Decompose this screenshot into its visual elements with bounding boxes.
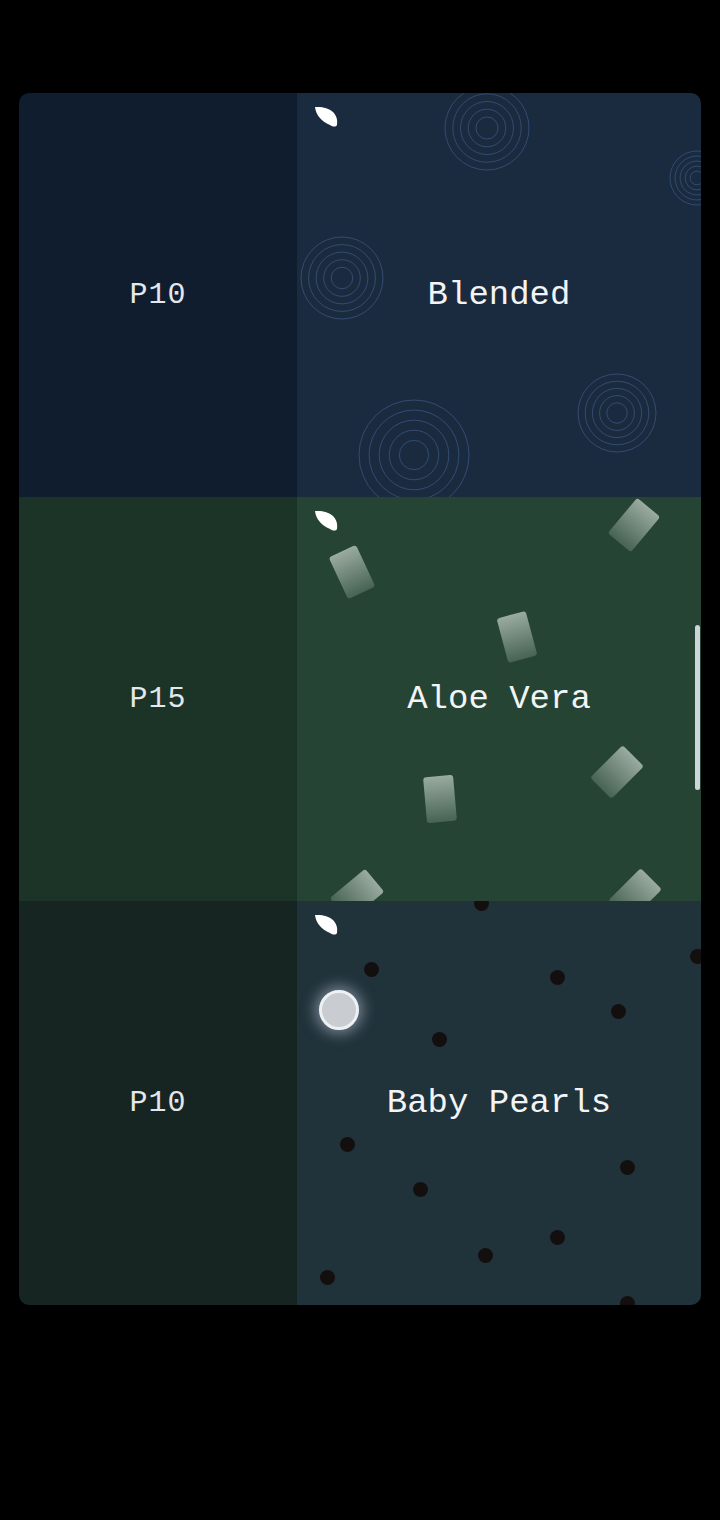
pearl-dot (432, 1032, 447, 1047)
item-price: P10 (129, 273, 186, 318)
item-price: P15 (129, 677, 186, 722)
pearl-dot (474, 901, 489, 911)
item-panel: Blended (297, 93, 701, 497)
aloe-cube (608, 868, 662, 901)
pearl-dot (413, 1182, 428, 1197)
leaf-icon (313, 913, 341, 937)
ripple-icon (444, 93, 530, 171)
aloe-cube (608, 498, 661, 553)
item-panel: Aloe Vera (297, 497, 701, 901)
leaf-icon (313, 105, 341, 129)
glowing-pearl (319, 990, 359, 1030)
pearl-dot (550, 1230, 565, 1245)
screen: P10 Blended P15 Aloe Vera P10 Baby Pearls (0, 0, 720, 1520)
item-price: P10 (129, 1081, 186, 1126)
price-panel: P10 (19, 901, 297, 1305)
aloe-cube (330, 869, 385, 901)
ripple-icon (300, 236, 384, 320)
item-panel: Baby Pearls (297, 901, 701, 1305)
pearl-dot (478, 1248, 493, 1263)
menu-item[interactable]: P15 Aloe Vera (19, 497, 701, 901)
price-panel: P10 (19, 93, 297, 497)
ripple-icon (358, 399, 470, 497)
price-panel: P15 (19, 497, 297, 901)
menu-card: P10 Blended P15 Aloe Vera P10 Baby Pearls (19, 93, 701, 1305)
pearl-dot (620, 1296, 635, 1305)
aloe-cube (423, 775, 457, 823)
menu-item[interactable]: P10 Blended (19, 93, 701, 497)
item-name: Blended (428, 270, 571, 321)
pearl-dot (364, 962, 379, 977)
pearl-dot (340, 1137, 355, 1152)
item-name: Baby Pearls (387, 1078, 611, 1129)
pearl-dot (611, 1004, 626, 1019)
scrollbar[interactable] (695, 625, 700, 790)
pearl-dot (550, 970, 565, 985)
pearl-dot (620, 1160, 635, 1175)
aloe-cube (497, 611, 538, 663)
leaf-icon (313, 509, 341, 533)
pearl-dot (320, 1270, 335, 1285)
aloe-cube (590, 745, 644, 799)
aloe-cube (329, 545, 376, 599)
item-name: Aloe Vera (407, 674, 591, 725)
pearl-dot (690, 949, 701, 964)
ripple-icon (669, 150, 701, 206)
ripple-icon (577, 373, 657, 453)
menu-item[interactable]: P10 Baby Pearls (19, 901, 701, 1305)
